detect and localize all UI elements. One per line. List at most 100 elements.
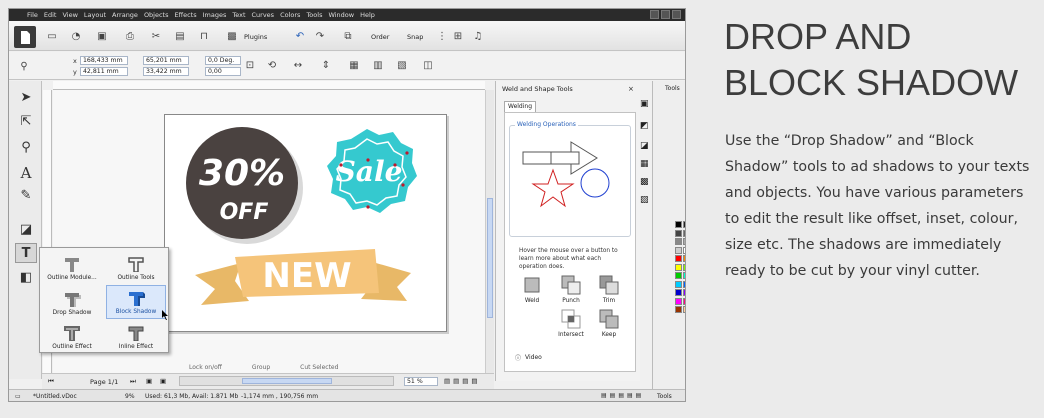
- color-swatch[interactable]: [675, 255, 682, 262]
- side-tool-icon-1[interactable]: ▣: [640, 99, 649, 109]
- color-swatch[interactable]: [683, 229, 685, 237]
- trim-button[interactable]: Trim: [594, 275, 624, 307]
- panel-close-icon[interactable]: ×: [628, 85, 634, 93]
- open-button[interactable]: ▭: [43, 27, 61, 45]
- color-swatch[interactable]: [683, 297, 685, 305]
- menu-effects[interactable]: Effects: [175, 11, 197, 19]
- minimize-button[interactable]: [650, 10, 659, 19]
- side-tool-icon-4[interactable]: ▦: [640, 159, 649, 169]
- select-tool[interactable]: ➤: [15, 87, 37, 107]
- color-swatch[interactable]: [675, 229, 682, 237]
- next-page-button[interactable]: ⏭: [130, 377, 136, 386]
- menu-objects[interactable]: Objects: [144, 11, 169, 19]
- color-swatch[interactable]: [675, 221, 682, 228]
- color-swatch[interactable]: [683, 263, 685, 271]
- align-left-button[interactable]: ▦: [345, 56, 363, 74]
- align-button[interactable]: ⊞: [449, 27, 467, 45]
- fill-tool[interactable]: ◪: [15, 219, 37, 239]
- save-button[interactable]: ▣: [93, 27, 111, 45]
- notification-button[interactable]: ♫: [469, 27, 487, 45]
- menu-layout[interactable]: Layout: [84, 11, 106, 19]
- zoom-tool[interactable]: ⚲: [15, 137, 37, 157]
- color-swatch[interactable]: [683, 280, 685, 288]
- order-dropdown[interactable]: Order: [371, 33, 389, 41]
- outline-module-item[interactable]: Outline Module...: [42, 250, 102, 284]
- color-swatch[interactable]: [675, 297, 682, 305]
- y-position-field[interactable]: 42,811 mm: [80, 67, 128, 76]
- width-field[interactable]: 65,201 mm: [143, 56, 189, 65]
- intersect-button[interactable]: Intersect: [556, 309, 586, 341]
- block-shadow-item[interactable]: Block Shadow: [106, 285, 166, 319]
- color-swatch[interactable]: [675, 280, 682, 288]
- horizontal-scroll-thumb[interactable]: [242, 378, 332, 384]
- snap-dropdown[interactable]: Snap: [407, 33, 423, 41]
- height-field[interactable]: 33,422 mm: [143, 67, 189, 76]
- tab-welding[interactable]: Welding: [504, 101, 536, 112]
- menu-text[interactable]: Text: [232, 11, 245, 19]
- side-tool-icon-5[interactable]: ▩: [640, 177, 649, 187]
- pen-tool[interactable]: ✎: [15, 185, 37, 205]
- menu-curves[interactable]: Curves: [252, 11, 275, 19]
- menu-arrange[interactable]: Arrange: [112, 11, 138, 19]
- color-swatch[interactable]: [675, 263, 682, 271]
- delete-page-button[interactable]: ▣: [160, 377, 166, 385]
- angle-field[interactable]: 0,0 Deg.: [205, 56, 241, 65]
- drop-shadow-item[interactable]: Drop Shadow: [42, 285, 102, 319]
- plugins-dropdown[interactable]: Plugins: [244, 33, 267, 41]
- color-swatch[interactable]: [683, 272, 685, 279]
- outline-tools-item[interactable]: Outline Tools: [106, 250, 166, 284]
- menu-view[interactable]: View: [62, 11, 77, 19]
- node-tool-button[interactable]: ⚲: [15, 57, 33, 75]
- side-tool-icon-6[interactable]: ▨: [640, 195, 649, 205]
- outline-effect-item[interactable]: Outline Effect: [42, 319, 102, 353]
- text-tool[interactable]: A: [15, 163, 37, 183]
- keep-button[interactable]: Keep: [594, 309, 624, 341]
- outline-tool[interactable]: T: [15, 243, 37, 263]
- node-edit-tool[interactable]: ⇱: [15, 111, 37, 131]
- color-swatch[interactable]: [675, 306, 682, 313]
- plugins-icon-button[interactable]: ▩: [223, 27, 241, 45]
- flip-v-button[interactable]: ⇕: [317, 56, 335, 74]
- new-document-button[interactable]: [14, 26, 36, 48]
- undo-button[interactable]: ↶: [291, 27, 309, 45]
- color-swatch[interactable]: [675, 238, 682, 245]
- menu-window[interactable]: Window: [328, 11, 354, 19]
- transform-button[interactable]: ⟲: [263, 56, 281, 74]
- menu-images[interactable]: Images: [203, 11, 227, 19]
- color-swatch[interactable]: [675, 289, 682, 296]
- color-swatch[interactable]: [683, 238, 685, 245]
- skew-field[interactable]: 0,00: [205, 67, 241, 76]
- arrange-button[interactable]: ⧉: [339, 27, 357, 45]
- close-button[interactable]: [672, 10, 681, 19]
- color-swatch[interactable]: [683, 255, 685, 262]
- layout-buttons[interactable]: ▤▤▤▤▤: [601, 392, 644, 399]
- print-button[interactable]: ⎙: [121, 27, 139, 45]
- view-mode-buttons[interactable]: ▤▤▤▤: [444, 377, 481, 385]
- combine-button[interactable]: ◫: [419, 56, 437, 74]
- weld-button[interactable]: Weld: [517, 275, 547, 307]
- vertical-scroll-thumb[interactable]: [487, 198, 493, 318]
- color-swatch[interactable]: [683, 289, 685, 296]
- shape-tool[interactable]: ◧: [15, 267, 37, 287]
- add-page-button[interactable]: ▣: [146, 377, 152, 385]
- paste-button[interactable]: ▤: [171, 27, 189, 45]
- zoom-field[interactable]: 51 %: [404, 377, 438, 386]
- menu-file[interactable]: File: [27, 11, 38, 19]
- flip-h-button[interactable]: ↔: [289, 56, 307, 74]
- cutter-button[interactable]: ✂: [147, 27, 165, 45]
- color-swatch[interactable]: [683, 306, 685, 313]
- align-center-button[interactable]: ▥: [369, 56, 387, 74]
- horizontal-scrollbar[interactable]: [179, 376, 394, 386]
- color-swatch[interactable]: [683, 246, 685, 254]
- menu-edit[interactable]: Edit: [44, 11, 57, 19]
- redo-button[interactable]: ↷: [311, 27, 329, 45]
- color-swatch[interactable]: [675, 272, 682, 279]
- punch-button[interactable]: Punch: [556, 275, 586, 307]
- menu-tools[interactable]: Tools: [306, 11, 322, 19]
- recent-button[interactable]: ◔: [67, 27, 85, 45]
- video-link[interactable]: ⓘ Video: [515, 353, 542, 362]
- x-position-field[interactable]: 168,433 mm: [80, 56, 128, 65]
- color-swatch[interactable]: [683, 221, 685, 228]
- inline-effect-item[interactable]: Inline Effect: [106, 319, 166, 353]
- side-tool-icon-3[interactable]: ◪: [640, 141, 649, 151]
